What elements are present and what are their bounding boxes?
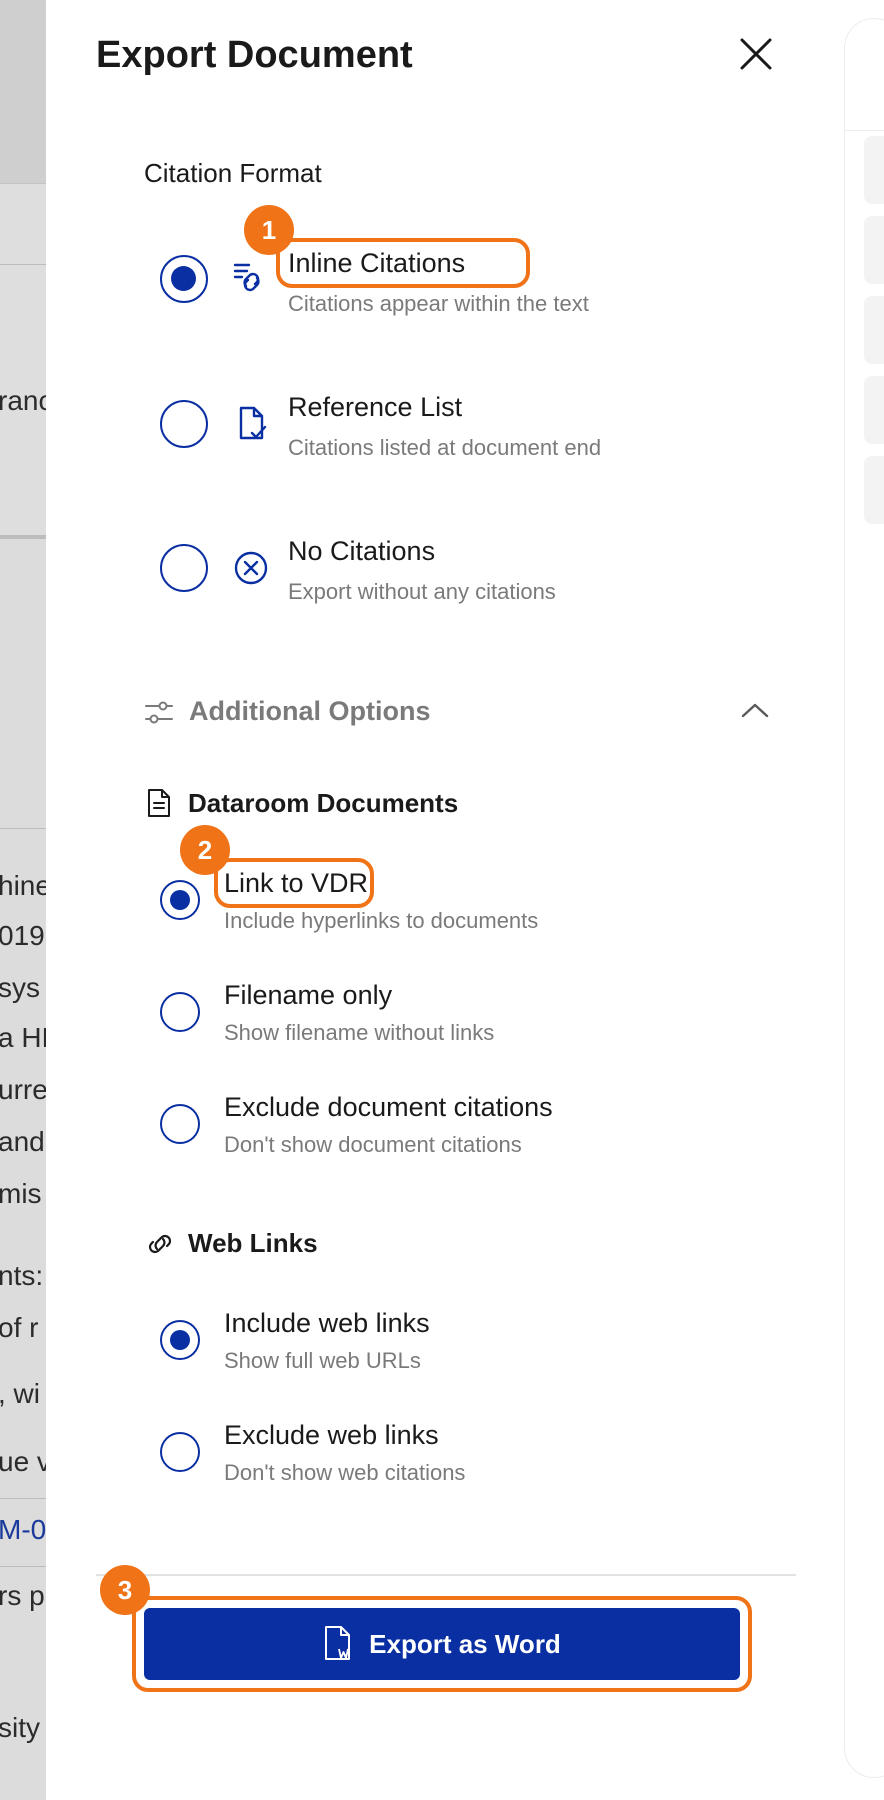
annotation-badge-1: 1 [244,205,294,255]
inline-citation-icon [233,263,260,292]
background-header-band [0,0,46,183]
background-section-band [0,183,46,535]
annotation-badge-3: 3 [100,1565,150,1615]
option-subtitle-no-citations: Export without any citations [288,579,556,604]
option-title-no-citations[interactable]: No Citations [288,536,435,567]
option-subtitle-exclude-document-citations: Don't show document citations [224,1132,522,1157]
radio-link-to-vdr[interactable] [160,880,200,920]
background-divider [844,130,884,131]
background-divider [0,264,46,265]
option-title-exclude-document-citations[interactable]: Exclude document citations [224,1092,553,1123]
background-text-fragment: hine [0,870,46,901]
background-text-fragment: nts: [0,1260,44,1291]
radio-no-citations[interactable] [160,544,208,592]
option-title-reference-list[interactable]: Reference List [288,392,462,423]
background-text-fragment: , wi [0,1378,40,1409]
background-text-fragment: rs p [0,1580,45,1611]
background-page-left: ranc hine 019 sys a HL urre and mis nts: of r , wi… [0,0,46,1800]
annotation-badge-2: 2 [180,825,230,875]
option-title-inline-citations[interactable]: Inline Citations [288,248,465,279]
additional-options-toggle[interactable]: Additional Options [144,690,784,734]
background-text-fragment: urre [0,1074,46,1105]
radio-reference-list[interactable] [160,400,208,448]
option-subtitle-reference-list: Citations listed at document end [288,435,602,460]
close-icon [740,38,772,70]
link-icon [148,1234,172,1254]
background-stub [864,216,884,284]
reference-list-icon [239,406,267,440]
web-links-label: Web Links [188,1228,318,1258]
export-as-word-button[interactable]: Export as Word [144,1608,740,1680]
radio-filename-only[interactable] [160,992,200,1032]
export-document-panel: Export Document Citation Format 1 Inline… [46,0,844,1800]
background-stub [864,456,884,524]
background-text-fragment: 019 [0,920,45,951]
close-button[interactable] [736,34,776,74]
option-subtitle-link-to-vdr: Include hyperlinks to documents [224,908,539,933]
radio-exclude-web-links[interactable] [160,1432,200,1472]
background-divider [0,828,46,829]
option-subtitle-exclude-web-links: Don't show web citations [224,1460,466,1485]
option-subtitle-include-web-links: Show full web URLs [224,1348,421,1373]
footer-divider [96,1574,796,1576]
additional-options-label: Additional Options [189,696,431,726]
radio-include-web-links[interactable] [160,1320,200,1360]
background-text-fragment: a HL [0,1022,46,1053]
background-text-fragment: ranc [0,385,46,416]
background-divider [0,1566,46,1567]
option-subtitle-filename-only: Show filename without links [224,1020,495,1045]
background-text-fragment: sity [0,1712,40,1743]
sliders-icon [145,701,173,724]
chevron-up-icon [741,703,769,718]
document-icon [148,789,170,817]
export-button-label: Export as Word [369,1628,561,1659]
no-citation-icon [234,551,268,585]
dataroom-documents-label: Dataroom Documents [188,788,459,818]
background-divider [0,1498,46,1499]
option-subtitle-inline-citations: Citations appear within the text [288,291,589,316]
background-text-fragment: of r [0,1312,39,1343]
word-file-icon [325,1626,351,1660]
background-stub [864,136,884,204]
background-page-right [844,0,884,1800]
background-text-fragment: M-0 [0,1514,46,1545]
radio-exclude-document-citations[interactable] [160,1104,200,1144]
background-text-fragment: mis [0,1178,42,1209]
background-text-fragment: ue v [0,1446,46,1477]
background-text-fragment: sys [0,972,40,1003]
background-stub [864,376,884,444]
background-stub [864,296,884,364]
radio-inline-citations[interactable] [160,255,208,303]
option-title-filename-only[interactable]: Filename only [224,980,392,1011]
background-text-fragment: and [0,1126,45,1157]
panel-title: Export Document [96,34,413,76]
citation-format-label: Citation Format [144,158,322,188]
option-title-exclude-web-links[interactable]: Exclude web links [224,1420,439,1451]
option-title-link-to-vdr[interactable]: Link to VDR [224,868,368,899]
option-title-include-web-links[interactable]: Include web links [224,1308,430,1339]
